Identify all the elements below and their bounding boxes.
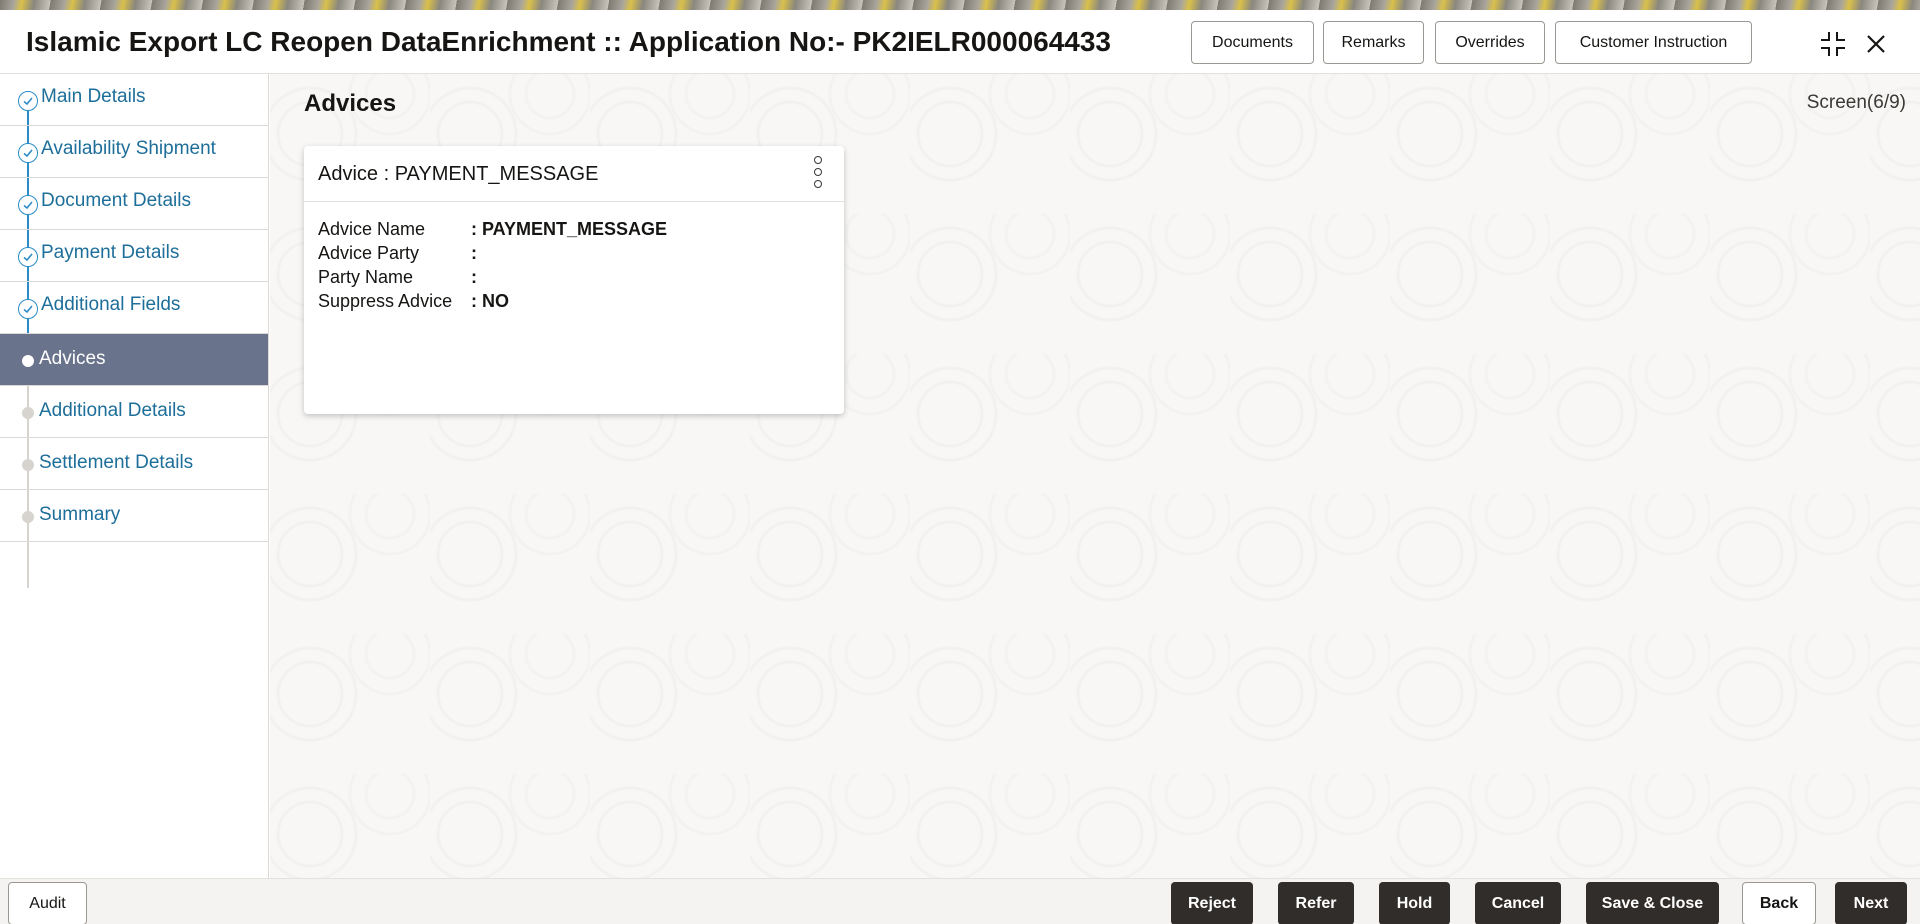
nav-item-label: Additional Details [39,400,186,421]
check-circle-icon [18,143,38,163]
nav-item-label: Advices [39,348,106,369]
pending-step-dot-icon [22,511,34,523]
nav-item-additional-fields[interactable]: Additional Fields [0,282,268,334]
pending-step-dot-icon [22,407,34,419]
field-label: Advice Party [318,243,420,263]
page-title: Islamic Export LC Reopen DataEnrichment … [26,26,1111,57]
check-circle-icon [18,247,38,267]
field-label: Party Name [318,267,414,287]
action-footer: Audit Reject Refer Hold Cancel Save & Cl… [0,878,1920,924]
documents-button[interactable]: Documents [1191,21,1314,64]
nav-item-label: Summary [39,504,121,525]
nav-item-label: Settlement Details [39,452,194,473]
field-value: : NO [471,291,509,311]
refer-button[interactable]: Refer [1278,882,1354,924]
back-button[interactable]: Back [1742,882,1816,924]
remarks-button[interactable]: Remarks [1323,21,1424,64]
collapse-icon[interactable] [1817,28,1849,60]
step-navigation: Main Details Availability Shipment Docum… [0,74,269,878]
advice-card-header: Advice : PAYMENT_MESSAGE [304,146,844,202]
reject-button[interactable]: Reject [1171,882,1253,924]
nav-item-label: Availability Shipment [41,138,216,159]
nav-item-document-details[interactable]: Document Details [0,178,268,230]
close-icon[interactable] [1860,28,1892,60]
screen-counter: Screen(6/9) [1806,92,1906,113]
check-circle-icon [18,299,38,319]
save-close-button[interactable]: Save & Close [1586,882,1719,924]
current-step-dot-icon [22,355,34,367]
nav-item-label: Payment Details [41,242,180,263]
advice-card: Advice : PAYMENT_MESSAGE Advice Name : P… [304,146,844,414]
check-circle-icon [18,91,38,111]
nav-item-label: Document Details [41,190,191,211]
field-label: Advice Name [318,219,426,239]
more-options-icon[interactable] [810,156,826,190]
audit-button[interactable]: Audit [8,882,87,924]
top-banner-strip [0,0,1920,10]
nav-item-settlement-details[interactable]: Settlement Details [0,438,268,490]
field-value: : [471,267,477,287]
nav-item-label: Additional Fields [41,294,181,315]
nav-item-main-details[interactable]: Main Details [0,74,268,126]
field-value: : [471,243,477,263]
section-title: Advices [304,90,397,117]
nav-item-summary[interactable]: Summary [0,490,268,542]
overrides-button[interactable]: Overrides [1435,21,1545,64]
hold-button[interactable]: Hold [1379,882,1450,924]
nav-item-advices[interactable]: Advices [0,334,268,386]
field-value: : PAYMENT_MESSAGE [471,219,668,239]
cancel-button[interactable]: Cancel [1475,882,1561,924]
nav-item-availability-shipment[interactable]: Availability Shipment [0,126,268,178]
nav-item-additional-details[interactable]: Additional Details [0,386,268,438]
customer-instruction-button[interactable]: Customer Instruction [1555,21,1752,64]
pending-step-dot-icon [22,459,34,471]
main-content: Advices Screen(6/9) Advice : PAYMENT_MES… [270,74,1920,878]
next-button[interactable]: Next [1835,882,1907,924]
page-header: Islamic Export LC Reopen DataEnrichment … [0,10,1920,74]
nav-item-payment-details[interactable]: Payment Details [0,230,268,282]
advice-card-title: Advice : PAYMENT_MESSAGE [318,163,599,185]
check-circle-icon [18,195,38,215]
nav-item-label: Main Details [41,86,146,107]
field-label: Suppress Advice [318,291,453,311]
